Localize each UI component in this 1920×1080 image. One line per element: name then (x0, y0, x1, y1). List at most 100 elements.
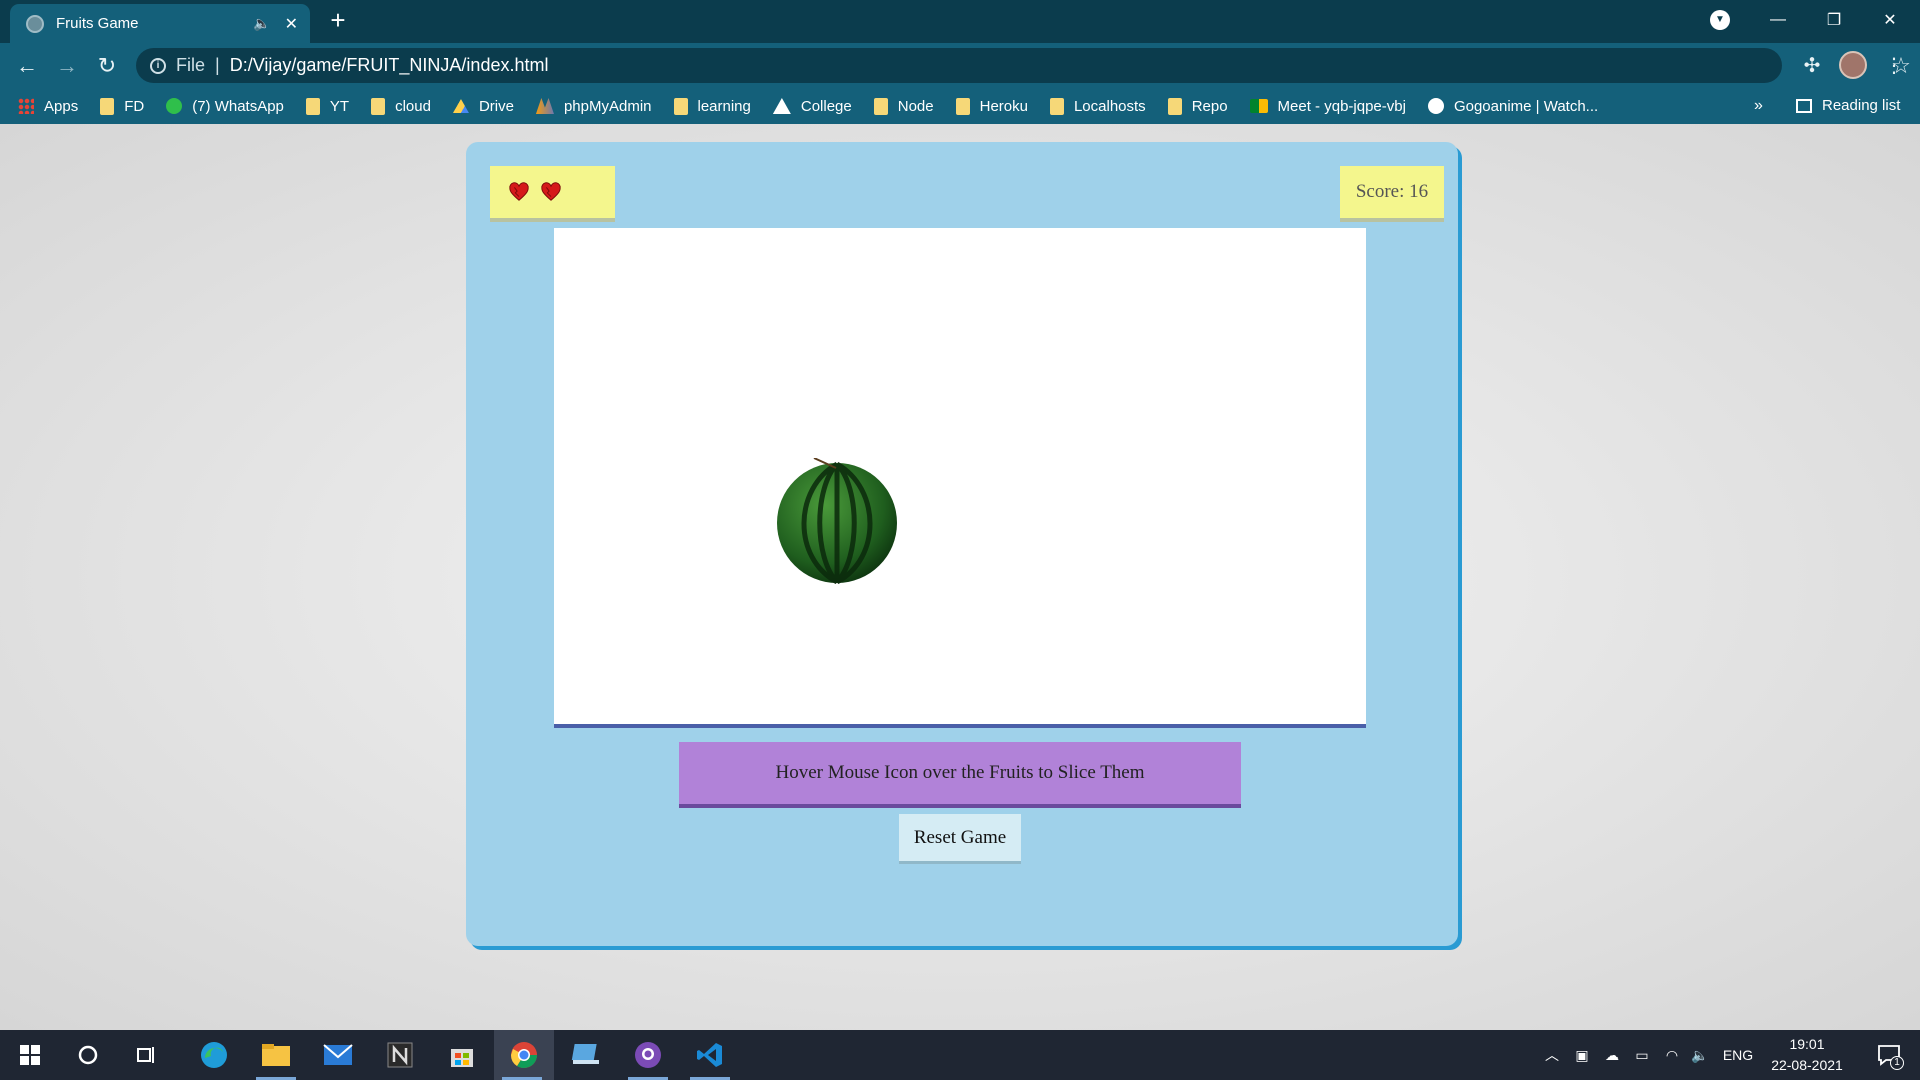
bookmark-gogoanime[interactable]: Gogoanime | Watch... (1427, 98, 1598, 115)
reading-list-label: Reading list (1822, 97, 1901, 114)
folder-icon (1049, 97, 1064, 115)
url-text[interactable]: D:/Vijay/game/FRUIT_NINJA/index.html (230, 55, 549, 76)
bookmark-label: Localhosts (1073, 97, 1146, 115)
bookmark-meet[interactable]: Meet - yqb-jqpe-vbj (1249, 97, 1406, 115)
close-window-icon[interactable]: ✕ (1862, 0, 1918, 40)
bookmark-repo[interactable]: Repo (1167, 97, 1228, 115)
bookmark-apps[interactable]: Apps (18, 98, 78, 115)
bookmark-drive[interactable]: Drive (452, 97, 514, 115)
wifi-icon[interactable]: ◠ (1660, 1030, 1684, 1080)
search-icon[interactable] (60, 1030, 116, 1080)
bookmark-node[interactable]: Node (873, 97, 934, 115)
bookmark-yt[interactable]: YT (305, 97, 350, 115)
heart-icon (509, 182, 529, 201)
bookmark-college[interactable]: College (772, 97, 852, 115)
profile-avatar[interactable] (1839, 51, 1867, 79)
url-separator: | (215, 55, 220, 75)
folder-icon (371, 97, 386, 115)
meet-icon (1249, 99, 1268, 113)
fruit-play-area[interactable] (554, 228, 1366, 728)
notification-count: 1 (1890, 1056, 1904, 1070)
lives-display (490, 166, 615, 218)
store-icon[interactable] (434, 1030, 490, 1080)
show-hidden-icons-icon[interactable]: ︿ (1540, 1030, 1564, 1080)
bookmark-localhosts[interactable]: Localhosts (1049, 97, 1146, 115)
bookmarks-bar: Apps FD (7) WhatsApp YT cloud Drive phpM… (0, 88, 1920, 124)
back-icon[interactable]: ← (12, 51, 42, 81)
url-protocol: File (176, 55, 206, 75)
bookmarks-overflow-button[interactable]: » (1754, 88, 1763, 124)
mail-icon[interactable] (310, 1030, 366, 1080)
battery-icon[interactable]: ▭ (1630, 1030, 1654, 1080)
file-explorer-icon[interactable] (248, 1030, 304, 1080)
new-tab-icon[interactable]: + (324, 6, 352, 34)
extensions-icon[interactable]: ✣ (1797, 51, 1827, 81)
folder-icon (673, 97, 688, 115)
volume-icon[interactable]: 🔈 (1688, 1030, 1712, 1080)
bookmark-label: Meet - yqb-jqpe-vbj (1277, 97, 1406, 115)
phpmyadmin-icon (535, 98, 554, 114)
notion-icon[interactable] (372, 1030, 428, 1080)
instruction-banner: Hover Mouse Icon over the Fruits to Slic… (679, 742, 1241, 808)
windows-start-icon[interactable] (2, 1030, 58, 1080)
bookmark-fd[interactable]: FD (100, 97, 145, 115)
bookmark-label: Node (897, 97, 934, 115)
speaker-icon[interactable]: 🔈 (253, 15, 270, 32)
github-desktop-icon[interactable] (620, 1030, 676, 1080)
bookmark-label: phpMyAdmin (563, 97, 652, 115)
bookmark-label: YT (329, 97, 350, 115)
folder-icon (1167, 97, 1182, 115)
tab-search-icon[interactable]: ▼ (1710, 10, 1730, 30)
apps-grid-icon (18, 98, 34, 114)
minimize-icon[interactable]: — (1750, 0, 1806, 40)
browser-toolbar: ← → ↻ i File | D:/Vijay/game/FRUIT_NINJA… (0, 43, 1920, 88)
chrome-icon[interactable] (494, 1030, 554, 1080)
onedrive-icon[interactable]: ☁ (1600, 1030, 1624, 1080)
restore-icon[interactable]: ❐ (1806, 0, 1862, 40)
site-info-icon[interactable]: i (150, 57, 166, 74)
bookmark-label: cloud (395, 97, 431, 115)
menu-icon[interactable]: ⋮ (1879, 51, 1909, 81)
reading-list-icon (1796, 99, 1812, 113)
bookmark-heroku[interactable]: Heroku (955, 97, 1028, 115)
folder-icon (873, 97, 888, 115)
reset-game-button[interactable]: Reset Game (899, 814, 1021, 864)
score-display: Score: 16 (1340, 166, 1444, 218)
tab-fruits-game[interactable]: Fruits Game 🔈 ✕ (10, 4, 310, 43)
clock-date: 22-08-2021 (1771, 1057, 1843, 1073)
edge-icon[interactable] (186, 1030, 242, 1080)
bookmark-learning[interactable]: learning (673, 97, 751, 115)
bookmark-label: Apps (44, 97, 79, 115)
bookmark-label: learning (697, 97, 751, 115)
game-container: Score: 16 Hover Mouse Icon over the Frui… (466, 142, 1458, 946)
globe-icon (1427, 98, 1444, 114)
bookmark-whatsapp[interactable]: (7) WhatsApp (166, 98, 284, 115)
reading-list-button[interactable]: Reading list (1796, 88, 1900, 124)
drive-icon (452, 99, 469, 113)
meet-now-icon[interactable]: ▣ (1570, 1030, 1594, 1080)
folder-icon (955, 97, 970, 115)
address-bar[interactable]: i File | D:/Vijay/game/FRUIT_NINJA/index… (136, 48, 1911, 83)
notifications-icon[interactable]: 1 (1866, 1030, 1912, 1080)
tab-title: Fruits Game (56, 15, 139, 32)
azure-data-studio-icon[interactable] (558, 1030, 614, 1080)
bookmark-cloud[interactable]: cloud (371, 97, 431, 115)
bookmark-label: College (800, 97, 852, 115)
folder-icon (100, 97, 115, 115)
language-indicator[interactable]: ENG (1718, 1030, 1758, 1080)
whatsapp-icon (166, 98, 183, 114)
reload-icon[interactable]: ↻ (92, 51, 122, 81)
watermelon-icon[interactable] (774, 458, 900, 584)
clock-time: 19:01 (1789, 1036, 1825, 1052)
bookmark-label: Heroku (979, 97, 1028, 115)
bookmark-phpmyadmin[interactable]: phpMyAdmin (535, 97, 652, 115)
system-clock[interactable]: 19:01 22-08-2021 (1762, 1034, 1852, 1076)
bookmark-label: FD (124, 97, 145, 115)
task-view-icon[interactable] (120, 1030, 176, 1080)
vscode-icon[interactable] (682, 1030, 738, 1080)
bookmark-label: Drive (478, 97, 514, 115)
forward-icon[interactable]: → (52, 51, 82, 81)
college-icon (772, 98, 791, 114)
close-tab-icon[interactable]: ✕ (285, 14, 298, 34)
page-viewport: Score: 16 Hover Mouse Icon over the Frui… (0, 124, 1920, 1030)
